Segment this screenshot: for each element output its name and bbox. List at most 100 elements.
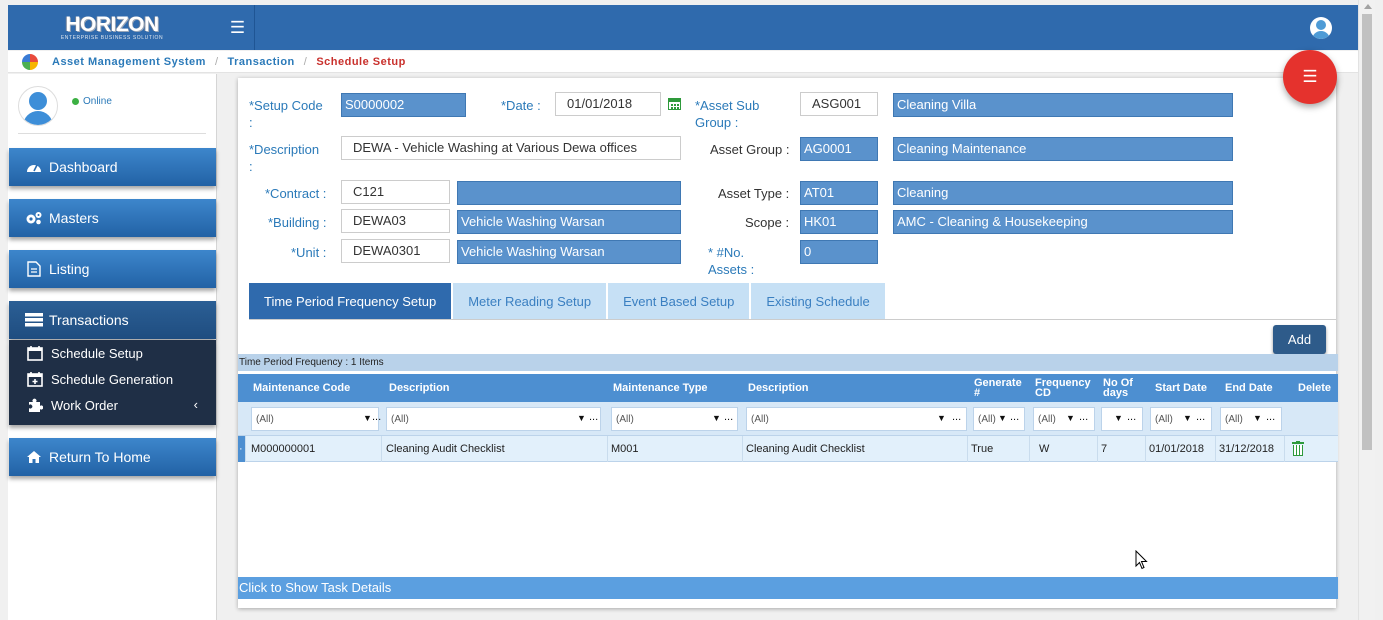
- column-description[interactable]: Description: [389, 374, 589, 402]
- calendar-plus-icon: [26, 371, 44, 387]
- breadcrumb: Asset Management System / Transaction / …: [8, 51, 1358, 73]
- floating-menu-button[interactable]: ☰: [1283, 50, 1337, 104]
- filter-maintenance-code[interactable]: (All) ▼...: [251, 407, 381, 431]
- scroll-up-arrow-icon[interactable]: [1364, 4, 1372, 9]
- breadcrumb-separator: /: [214, 55, 219, 68]
- unit-name-field: Vehicle Washing Warsan: [457, 240, 681, 264]
- sidebar-label-transactions: Transactions: [49, 312, 129, 328]
- column-maintenance-code[interactable]: Maintenance Code: [253, 374, 373, 402]
- filter-start-date[interactable]: (All) ▼...: [1150, 407, 1212, 431]
- column-frequency-cd[interactable]: Frequency CD: [1035, 374, 1095, 402]
- scrollbar-thumb[interactable]: [1362, 14, 1372, 450]
- online-status: Online: [72, 96, 112, 107]
- schedule-setup-panel: *Setup Code: S0000002 *Date : 01/01/2018…: [238, 78, 1338, 608]
- building-label: *Building :: [268, 215, 327, 230]
- user-profile-icon[interactable]: [1310, 17, 1332, 39]
- filter-no-of-days[interactable]: ▼...: [1101, 407, 1143, 431]
- server-list-icon: [25, 312, 43, 328]
- asset-group-name-field: Cleaning Maintenance: [893, 137, 1233, 161]
- menu-lines-icon: ☰: [1302, 67, 1318, 86]
- column-maintenance-type[interactable]: Maintenance Type: [613, 374, 733, 402]
- column-description-2[interactable]: Description: [748, 374, 948, 402]
- column-generate[interactable]: Generate #: [974, 374, 1026, 402]
- unit-label: *Unit :: [291, 245, 327, 260]
- submenu-label-schedule-setup: Schedule Setup: [51, 345, 143, 361]
- contract-input[interactable]: C121: [341, 180, 450, 204]
- contract-name-field: [457, 181, 681, 205]
- calendar-icon[interactable]: [668, 98, 681, 110]
- cell-no-of-days: 7: [1098, 436, 1146, 462]
- contract-label: *Contract :: [265, 186, 327, 201]
- puzzle-icon: [26, 397, 44, 413]
- online-dot-icon: [72, 98, 79, 105]
- setup-code-label: *Setup Code:: [249, 98, 323, 130]
- description-input[interactable]: DEWA - Vehicle Washing at Various Dewa o…: [341, 136, 681, 160]
- breadcrumb-separator: /: [303, 55, 308, 68]
- show-task-details-bar[interactable]: Click to Show Task Details: [238, 577, 1338, 599]
- horizon-logo[interactable]: HORIZON ENTERPRISE BUSINESS SOLUTION: [8, 5, 216, 50]
- description-label: *Description:: [249, 142, 320, 174]
- table-row[interactable]: · M000000001 Cleaning Audit Checklist M0…: [238, 435, 1338, 462]
- column-end-date[interactable]: End Date: [1225, 374, 1285, 402]
- sidebar-item-return-home[interactable]: Return To Home: [9, 438, 216, 476]
- asset-group-code-field: AG0001: [800, 137, 878, 161]
- submenu-label-work-order: Work Order: [51, 397, 118, 413]
- grid-title: Time Period Frequency : 1 Items: [238, 354, 1338, 371]
- filter-generate[interactable]: (All) ▼...: [973, 407, 1025, 431]
- submenu-label-schedule-generation: Schedule Generation: [51, 371, 174, 387]
- submenu-item-work-order[interactable]: Work Order ‹: [9, 392, 216, 418]
- asset-type-code-field: AT01: [800, 181, 878, 205]
- building-input[interactable]: DEWA03: [341, 209, 450, 233]
- column-no-of-days[interactable]: No Of days: [1103, 374, 1143, 402]
- add-button[interactable]: Add: [1273, 325, 1326, 354]
- no-assets-field: 0: [800, 240, 878, 264]
- user-panel: Online: [18, 84, 206, 134]
- sidebar-label-listing: Listing: [49, 261, 90, 277]
- filter-description-2[interactable]: (All) ▼...: [746, 407, 967, 431]
- breadcrumb-schedule-setup: Schedule Setup: [316, 55, 406, 68]
- submenu-item-schedule-setup[interactable]: Schedule Setup: [9, 340, 216, 366]
- logo-subtext: ENTERPRISE BUSINESS SOLUTION: [60, 34, 164, 41]
- row-selector[interactable]: ·: [238, 436, 246, 462]
- asset-sub-group-code-input[interactable]: ASG001: [800, 92, 878, 116]
- grid-filter-row: (All) ▼... (All) ▼... (All) ▼... (All) ▼... …: [238, 402, 1338, 435]
- sidebar-item-transactions[interactable]: Transactions: [9, 301, 216, 339]
- mouse-pointer-icon: [1135, 550, 1148, 570]
- tab-time-period-frequency[interactable]: Time Period Frequency Setup: [249, 283, 452, 320]
- breadcrumb-transaction[interactable]: Transaction: [228, 56, 295, 68]
- transactions-submenu: Schedule Setup Schedule Generation Work …: [9, 340, 216, 425]
- app-logo-icon: [22, 53, 38, 70]
- column-delete: Delete: [1298, 382, 1332, 394]
- tab-event-based[interactable]: Event Based Setup: [608, 283, 750, 320]
- filter-description[interactable]: (All) ▼...: [386, 407, 601, 431]
- unit-input[interactable]: DEWA0301: [341, 239, 450, 263]
- asset-type-label: Asset Type :: [718, 186, 790, 201]
- scope-name-field: AMC - Cleaning & Housekeeping: [893, 210, 1233, 234]
- page-scrollbar[interactable]: [1358, 0, 1375, 620]
- sidebar-item-listing[interactable]: Listing: [9, 250, 216, 288]
- tab-existing-schedule[interactable]: Existing Schedule: [751, 283, 885, 320]
- filter-maintenance-type[interactable]: (All) ▼...: [611, 407, 738, 431]
- sidebar-item-dashboard[interactable]: Dashboard: [9, 148, 216, 186]
- scope-label: Scope :: [745, 215, 790, 230]
- breadcrumb-asset-management[interactable]: Asset Management System: [52, 56, 206, 68]
- asset-sub-group-label: *Asset Sub Group :: [695, 98, 760, 130]
- hamburger-menu-icon[interactable]: ☰: [221, 5, 255, 50]
- cell-description-2: Cleaning Audit Checklist: [743, 436, 968, 462]
- asset-group-label: Asset Group :: [710, 142, 790, 157]
- online-label: Online: [83, 96, 112, 107]
- tab-meter-reading[interactable]: Meter Reading Setup: [453, 283, 607, 320]
- submenu-item-schedule-generation[interactable]: Schedule Generation: [9, 366, 216, 392]
- delete-trash-icon[interactable]: [1292, 441, 1304, 456]
- document-icon: [25, 261, 43, 277]
- top-header: HORIZON ENTERPRISE BUSINESS SOLUTION ☰: [8, 5, 1358, 50]
- filter-frequency-cd[interactable]: (All) ▼...: [1033, 407, 1095, 431]
- avatar: [18, 86, 58, 126]
- cell-maintenance-code: M000000001: [248, 436, 382, 462]
- sidebar: Online Dashboard Masters Listing Transac…: [8, 74, 217, 620]
- sidebar-item-masters[interactable]: Masters: [9, 199, 216, 237]
- column-start-date[interactable]: Start Date: [1155, 374, 1215, 402]
- filter-end-date[interactable]: (All) ▼...: [1220, 407, 1282, 431]
- date-input[interactable]: 01/01/2018: [555, 92, 661, 116]
- cell-maintenance-type: M001: [608, 436, 743, 462]
